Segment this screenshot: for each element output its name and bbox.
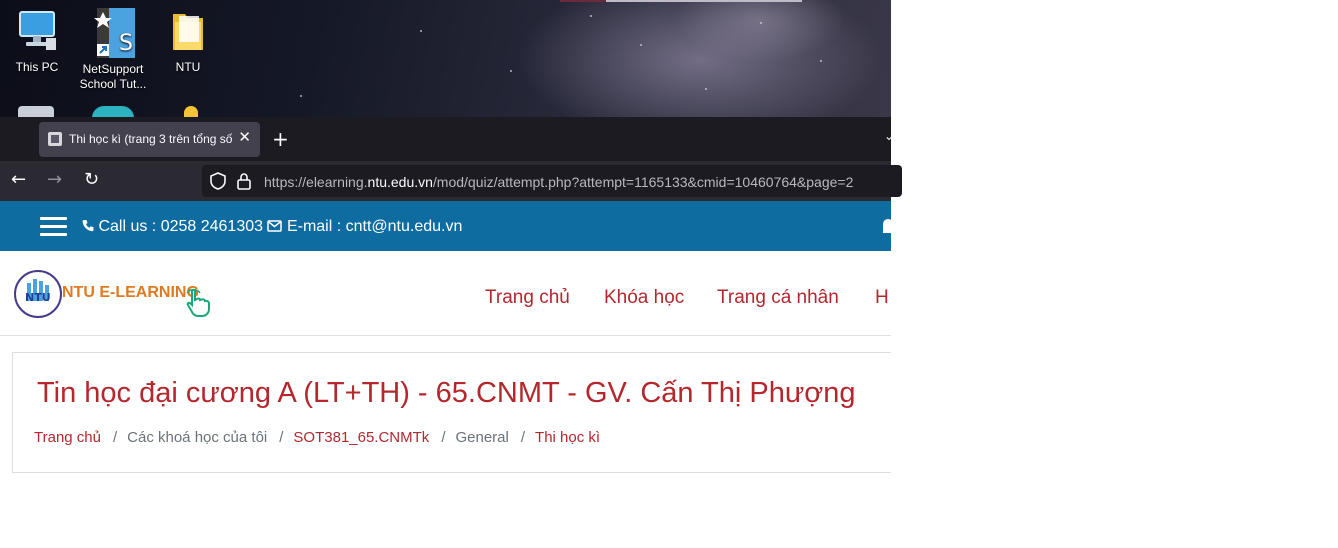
new-tab-button[interactable]: + (272, 127, 289, 151)
breadcrumb-course[interactable]: SOT381_65.CNMTk (293, 429, 429, 446)
back-button[interactable]: ← (11, 169, 26, 191)
nav-help[interactable]: H (875, 287, 889, 309)
phone-label: Call us : 0258 2461303 (98, 218, 264, 235)
site-header: NTU NTU E-LEARNING Trang chủ Khóa học Tr… (0, 251, 891, 336)
email-icon (267, 218, 286, 235)
partial-desktop-icon (18, 106, 54, 117)
logo-text: NTU E-LEARNING (62, 284, 199, 301)
wallpaper-strip (560, 0, 606, 2)
nav-profile[interactable]: Trang cá nhân (717, 287, 839, 309)
hand-pointer-icon (186, 288, 210, 317)
course-header-card: Tin học đại cương A (LT+TH) - 65.CNMT - … (12, 352, 891, 473)
email-label[interactable]: E-mail : cntt@ntu.edu.vn (287, 218, 462, 235)
partial-desktop-icon (184, 106, 198, 117)
desktop-icon-label: This PC (15, 60, 59, 74)
phone-icon (82, 218, 98, 235)
breadcrumb-quiz[interactable]: Thi học kì (535, 429, 600, 446)
ntu-logo-icon: NTU (14, 270, 62, 318)
url-text: https://elearning.ntu.edu.vn/mod/quiz/at… (264, 174, 854, 190)
folder-icon (165, 8, 211, 54)
desktop-wallpaper: This PC S NetSupport School Tut... NTU (0, 0, 891, 117)
page-favicon-icon (48, 132, 62, 146)
reload-button[interactable]: ↻ (84, 169, 99, 191)
desktop-icon-ntu-folder[interactable]: NTU (153, 8, 223, 75)
netsupport-icon: S (89, 8, 135, 58)
address-bar[interactable]: https://elearning.ntu.edu.vn/mod/quiz/at… (202, 165, 902, 197)
desktop-icon-label: NetSupport School Tut... (79, 62, 147, 91)
breadcrumb-separator: / (279, 429, 284, 446)
breadcrumb-my-courses: Các khoá học của tôi (127, 429, 268, 446)
browser-tab-active[interactable]: Thi học kì (trang 3 trên tổng số ✕ (39, 122, 260, 157)
breadcrumb-separator: / (520, 429, 526, 446)
web-page: Call us : 0258 2461303 E-mail : cntt@ntu… (0, 201, 891, 548)
list-tabs-button[interactable]: ⌄ (884, 129, 894, 143)
desktop-icon-this-pc[interactable]: This PC (2, 8, 72, 75)
nav-courses[interactable]: Khóa học (604, 287, 684, 309)
screen: This PC S NetSupport School Tut... NTU T… (0, 0, 1338, 548)
notification-bell-icon[interactable] (883, 219, 891, 233)
breadcrumb-general: General (455, 429, 509, 446)
tab-title: Thi học kì (trang 3 trên tổng số (69, 132, 233, 146)
contact-bar: Call us : 0258 2461303 E-mail : cntt@ntu… (0, 201, 891, 251)
browser-nav-bar: ← → ↻ https://elearning.ntu.edu.vn/mod/q… (0, 161, 902, 201)
lock-icon[interactable] (237, 172, 251, 194)
breadcrumb: Trang chủ / Các khoá học của tôi / SOT381_65… (34, 429, 600, 446)
computer-icon (14, 8, 60, 54)
breadcrumb-home[interactable]: Trang chủ (34, 429, 101, 446)
forward-button[interactable]: → (47, 169, 62, 191)
browser-tab-bar: Thi học kì (trang 3 trên tổng số ✕ + ⌄ (0, 117, 894, 161)
nav-home[interactable]: Trang chủ (485, 287, 570, 309)
course-title: Tin học đại cương A (LT+TH) - 65.CNMT - … (37, 377, 856, 409)
breadcrumb-separator: / (112, 429, 118, 446)
site-logo[interactable]: NTU NTU E-LEARNING (14, 269, 214, 321)
desktop-icon-label: NTU (175, 60, 201, 74)
hamburger-menu-icon[interactable] (40, 217, 67, 236)
svg-text:S: S (119, 31, 133, 56)
svg-text:NTU: NTU (25, 291, 51, 304)
partial-desktop-icon (92, 106, 134, 117)
contact-info: Call us : 0258 2461303 E-mail : cntt@ntu… (82, 218, 462, 236)
breadcrumb-separator: / (441, 429, 446, 446)
desktop-icon-netsupport[interactable]: S NetSupport School Tut... (77, 8, 147, 92)
close-tab-icon[interactable]: ✕ (238, 128, 251, 146)
shield-icon[interactable] (210, 172, 226, 194)
wallpaper-strip (606, 0, 802, 2)
